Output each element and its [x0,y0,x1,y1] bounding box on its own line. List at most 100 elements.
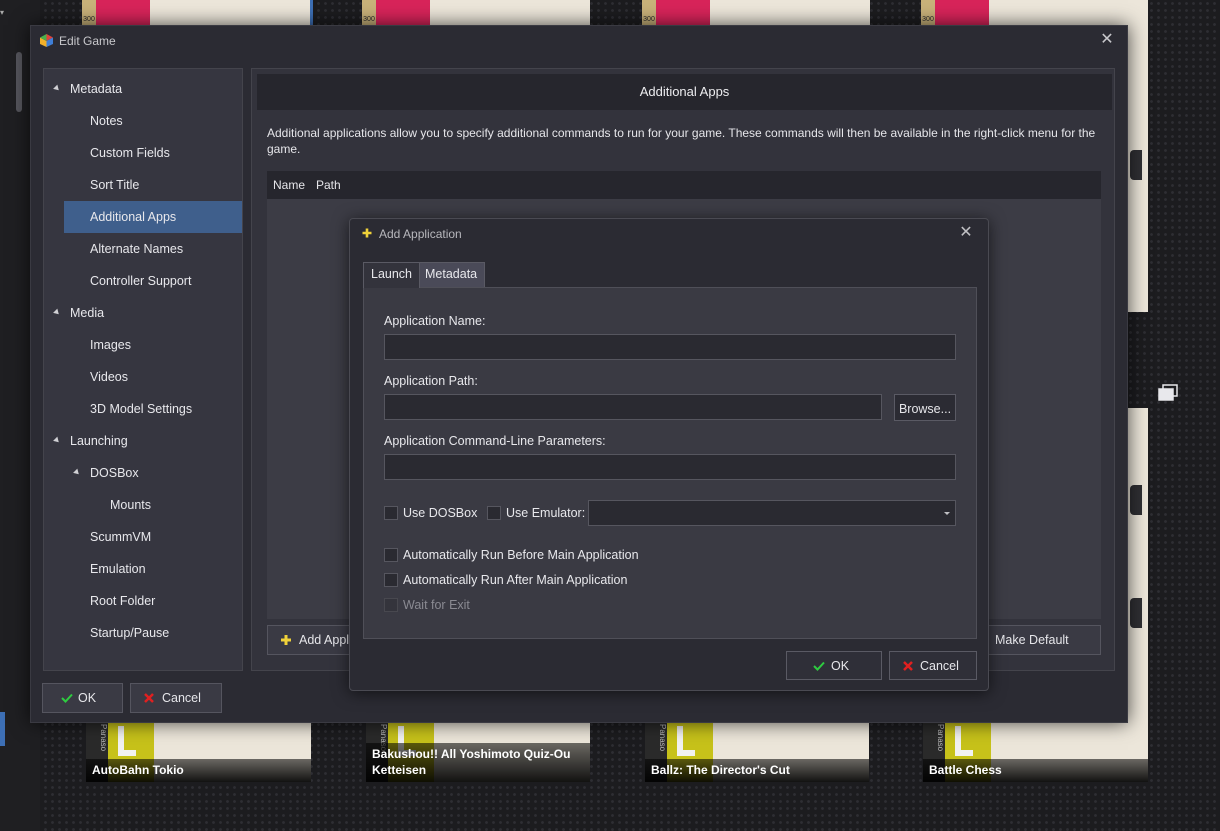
game-tile[interactable]: Panaso AutoBahn Tokio [86,722,311,782]
auto-run-after-checkbox[interactable]: Automatically Run After Main Application [384,572,664,588]
close-icon[interactable]: ✕ [1099,31,1115,49]
emulator-select[interactable] [588,500,956,526]
nav-item-label: ScummVM [90,530,152,544]
checkbox[interactable] [384,548,398,562]
tab-metadata[interactable]: Metadata [417,262,486,287]
nav-item-additional-apps[interactable]: Additional Apps [64,201,242,233]
nav-item-scummvm[interactable]: ScummVM [64,521,242,553]
cancel-button[interactable]: Cancel [130,683,222,713]
dialog-ok-button[interactable]: OK [786,651,882,680]
nav-item-emulation[interactable]: Emulation [64,553,242,585]
application-path-input[interactable] [384,394,882,420]
nav-item-label: Additional Apps [90,210,177,224]
badge-icon: 300 [642,0,656,26]
game-tile-top[interactable]: 300 [362,0,590,26]
nav-item-label: Emulation [90,562,146,576]
dialog-ok-label: OK [831,659,850,673]
nav-item-label: Sort Title [90,178,140,192]
app-logo-icon [40,34,53,47]
nav-item-label: Metadata [70,82,123,96]
column-header-path[interactable]: Path [316,178,341,192]
nav-item-3d-model-settings[interactable]: 3D Model Settings [64,393,242,425]
plus-icon [281,635,291,645]
nav-item-custom-fields[interactable]: Custom Fields [64,137,242,169]
dropdown-arrow-icon[interactable]: ▾ [0,8,10,18]
game-title: Bakushou!! All Yoshimoto Quiz-Ou Ketteis… [366,743,590,782]
command-line-input[interactable] [384,454,956,480]
chevron-down-icon [944,512,950,515]
auto-run-before-label: Automatically Run Before Main Applicatio… [403,548,639,562]
nav-item-label: Images [90,338,131,352]
auto-run-before-checkbox[interactable]: Automatically Run Before Main Applicatio… [384,547,664,563]
nav-item-images[interactable]: Images [64,329,242,361]
checkmark-icon [813,661,825,671]
folder-icon[interactable] [1158,384,1178,402]
add-application-label: Add Appli [299,633,352,647]
close-icon[interactable]: ✕ [958,224,974,242]
plus-icon [362,228,372,238]
browse-button[interactable]: Browse... [894,394,956,421]
nav-item-label: Controller Support [90,274,192,288]
nav-item-dosbox[interactable]: DOSBox [64,457,242,489]
use-dosbox-checkbox[interactable]: Use DOSBox [384,505,484,521]
nav-item-launching[interactable]: Launching [44,425,242,457]
wait-for-exit-checkbox[interactable]: Wait for Exit [384,597,504,613]
nav-item-alternate-names[interactable]: Alternate Names [64,233,242,265]
launch-tab-panel: Application Name: Application Path: Brow… [363,287,977,639]
nav-item-mounts[interactable]: Mounts [84,489,242,521]
application-name-input[interactable] [384,334,956,360]
tile-edge [1130,150,1142,180]
make-default-label: Make Default [995,633,1069,647]
expand-arrow-icon[interactable] [53,308,61,317]
section-header: Additional Apps [257,74,1112,110]
badge-icon: 300 [921,0,935,26]
checkbox[interactable] [384,573,398,587]
application-name-label: Application Name: [384,314,486,328]
game-tile[interactable]: Panaso Bakushou!! All Yoshimoto Quiz-Ou … [366,722,590,782]
ok-button[interactable]: OK [42,683,123,713]
expand-arrow-icon[interactable] [53,84,61,93]
add-application-dialog: Add Application ✕ Launch Metadata Applic… [349,218,989,691]
nav-item-label: Alternate Names [90,242,184,256]
nav-item-label: Custom Fields [90,146,170,160]
use-emulator-checkbox[interactable]: Use Emulator: [487,505,587,521]
nav-item-label: Media [70,306,105,320]
nav-tree: Metadata Notes Custom Fields Sort Title Addi… [43,68,243,671]
game-title: Ballz: The Director's Cut [645,759,869,782]
column-header-name[interactable]: Name [273,178,305,192]
nav-item-videos[interactable]: Videos [64,361,242,393]
game-tile-top[interactable]: 300 [642,0,870,26]
sidebar-scrollbar[interactable] [16,52,22,112]
nav-item-root-folder[interactable]: Root Folder [64,585,242,617]
nav-item-label: Videos [90,370,128,384]
badge-icon: 300 [362,0,376,26]
game-tile-top[interactable]: 300 [82,0,313,26]
nav-item-label: Notes [90,114,123,128]
tab-launch[interactable]: Launch [363,262,421,288]
game-tile[interactable]: Panaso Battle Chess [923,722,1148,782]
nav-item-notes[interactable]: Notes [64,105,242,137]
application-path-label: Application Path: [384,374,478,388]
auto-run-after-label: Automatically Run After Main Application [403,573,628,587]
game-tile[interactable]: Panaso Ballz: The Director's Cut [645,722,869,782]
nav-item-sort-title[interactable]: Sort Title [64,169,242,201]
checkbox[interactable] [384,598,398,612]
window-title: Edit Game [59,34,116,48]
use-dosbox-label: Use DOSBox [403,506,478,520]
dialog-cancel-button[interactable]: Cancel [889,651,977,680]
checkbox[interactable] [487,506,501,520]
cancel-label: Cancel [162,691,201,705]
nav-item-metadata[interactable]: Metadata [44,73,242,105]
nav-item-startup-pause[interactable]: Startup/Pause [64,617,242,649]
game-title: AutoBahn Tokio [86,759,311,782]
nav-item-media[interactable]: Media [44,297,242,329]
game-tile-top[interactable]: 300 [921,0,1148,26]
game-title: Battle Chess [923,759,1148,782]
expand-arrow-icon[interactable] [53,436,61,445]
cover-art [656,0,710,26]
make-default-button[interactable]: Make Default [982,625,1101,655]
expand-arrow-icon[interactable] [73,468,81,477]
checkbox[interactable] [384,506,398,520]
nav-item-controller-support[interactable]: Controller Support [64,265,242,297]
wait-for-exit-label: Wait for Exit [403,598,470,612]
